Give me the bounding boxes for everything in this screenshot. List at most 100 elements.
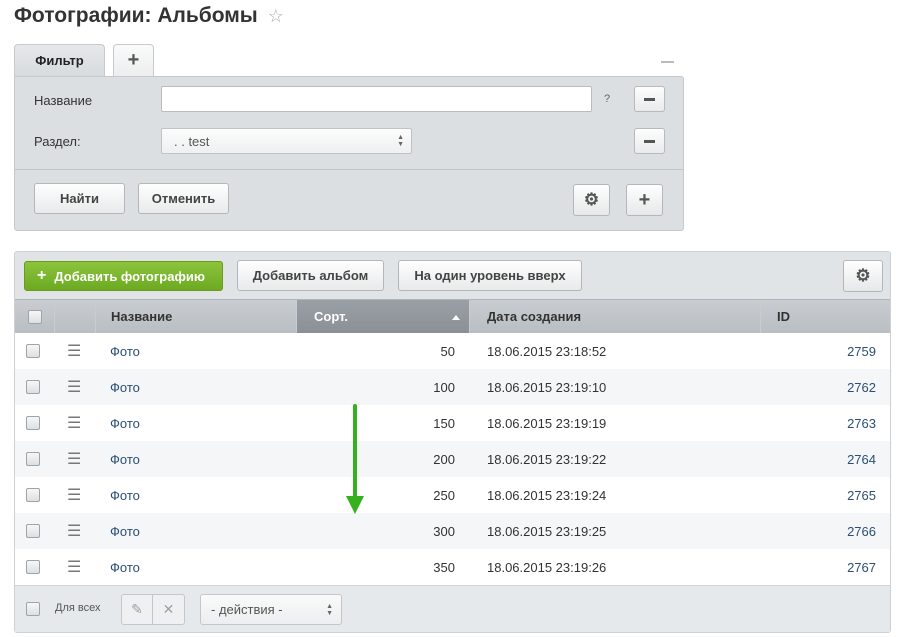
table-row[interactable]: ☰ Фото 250 18.06.2015 23:19:24 2765 bbox=[15, 477, 890, 513]
cancel-button-label: Отменить bbox=[151, 191, 216, 206]
section-filter-select[interactable]: . . test ▲ ▼ bbox=[161, 128, 412, 154]
drag-handle-icon[interactable]: ☰ bbox=[67, 441, 81, 477]
add-filter-tab-button[interactable]: + bbox=[113, 44, 154, 76]
select-all-cell bbox=[15, 300, 55, 333]
row-id-link[interactable]: 2763 bbox=[761, 405, 876, 441]
row-select-cell bbox=[26, 441, 40, 477]
for-all-checkbox[interactable] bbox=[26, 602, 40, 616]
select-arrows-icon: ▲ ▼ bbox=[397, 134, 404, 148]
add-album-label: Добавить альбом bbox=[252, 268, 369, 283]
table-row[interactable]: ☰ Фото 150 18.06.2015 23:19:19 2763 bbox=[15, 405, 890, 441]
row-id-link[interactable]: 2767 bbox=[761, 549, 876, 585]
add-photo-button[interactable]: + Добавить фотографию bbox=[24, 261, 223, 291]
table-row[interactable]: ☰ Фото 200 18.06.2015 23:19:22 2764 bbox=[15, 441, 890, 477]
row-id-link[interactable]: 2765 bbox=[761, 477, 876, 513]
row-sort-value: 100 bbox=[433, 379, 455, 395]
grid-settings-button[interactable]: ⚙ bbox=[843, 260, 883, 292]
select-all-checkbox[interactable] bbox=[27, 309, 42, 324]
group-action-buttons: ✎ ✕ bbox=[121, 594, 185, 625]
row-date-value: 18.06.2015 23:18:52 bbox=[487, 343, 607, 359]
actions-select[interactable]: - действия - ▲ ▼ bbox=[200, 594, 342, 625]
row-checkbox[interactable] bbox=[26, 452, 40, 466]
name-filter-input[interactable] bbox=[161, 86, 592, 112]
row-id-link[interactable]: 2759 bbox=[761, 333, 876, 369]
remove-name-filter-button[interactable] bbox=[634, 86, 665, 112]
star-icon[interactable]: ☆ bbox=[268, 6, 284, 27]
cancel-button[interactable]: Отменить bbox=[138, 183, 229, 214]
table-row[interactable]: ☰ Фото 100 18.06.2015 23:19:10 2762 bbox=[15, 369, 890, 405]
column-header-name[interactable]: Название bbox=[96, 300, 297, 333]
column-header-date[interactable]: Дата создания bbox=[470, 300, 761, 333]
row-name-link[interactable]: Фото bbox=[110, 405, 140, 441]
column-header-sort-label: Сорт. bbox=[314, 309, 348, 324]
add-album-button[interactable]: Добавить альбом bbox=[237, 260, 384, 291]
row-name-link[interactable]: Фото bbox=[110, 549, 140, 585]
row-checkbox[interactable] bbox=[26, 344, 40, 358]
gear-icon: ⚙ bbox=[855, 266, 871, 285]
table-row[interactable]: ☰ Фото 300 18.06.2015 23:19:25 2766 bbox=[15, 513, 890, 549]
pencil-icon[interactable]: ✎ bbox=[122, 595, 153, 624]
drag-handle-icon[interactable]: ☰ bbox=[67, 477, 81, 513]
remove-section-filter-button[interactable] bbox=[634, 128, 665, 154]
find-button-label: Найти bbox=[60, 191, 99, 206]
row-select-cell bbox=[26, 513, 40, 549]
row-sort-value: 300 bbox=[433, 523, 455, 539]
tab-filter[interactable]: Фильтр bbox=[14, 44, 105, 76]
drag-handle-icon[interactable]: ☰ bbox=[67, 369, 81, 405]
drag-handle-icon[interactable]: ☰ bbox=[67, 405, 81, 441]
filter-settings-button[interactable]: ⚙ bbox=[573, 184, 610, 216]
albums-grid: + Добавить фотографию Добавить альбом На… bbox=[14, 251, 891, 633]
row-date-value: 18.06.2015 23:19:10 bbox=[487, 379, 607, 395]
help-icon[interactable]: ? bbox=[604, 93, 610, 105]
drag-handle-icon[interactable]: ☰ bbox=[67, 333, 81, 369]
table-footer: Для всех ✎ ✕ - действия - ▲ ▼ bbox=[15, 585, 890, 632]
find-button[interactable]: Найти bbox=[34, 183, 125, 214]
sort-asc-icon bbox=[452, 315, 460, 320]
section-filter-value: . . test bbox=[174, 133, 210, 149]
plus-icon: + bbox=[37, 267, 47, 284]
table-row[interactable]: ☰ Фото 350 18.06.2015 23:19:26 2767 bbox=[15, 549, 890, 585]
row-select-cell bbox=[26, 333, 40, 369]
filter-divider bbox=[15, 169, 683, 170]
down-arrow-icon bbox=[346, 404, 364, 514]
row-name-link[interactable]: Фото bbox=[110, 441, 140, 477]
column-header-date-label: Дата создания bbox=[487, 309, 582, 324]
add-photo-label: Добавить фотографию bbox=[54, 268, 205, 284]
row-checkbox[interactable] bbox=[26, 524, 40, 538]
row-select-cell bbox=[26, 477, 40, 513]
row-name-link[interactable]: Фото bbox=[110, 333, 140, 369]
filter-panel: Название ? Раздел: . . test ▲ ▼ Найти Отм… bbox=[14, 76, 684, 231]
row-id-link[interactable]: 2766 bbox=[761, 513, 876, 549]
row-name-link[interactable]: Фото bbox=[110, 369, 140, 405]
row-select-cell bbox=[26, 369, 40, 405]
column-header-id[interactable]: ID bbox=[761, 300, 890, 333]
table-row[interactable]: ☰ Фото 50 18.06.2015 23:18:52 2759 bbox=[15, 333, 890, 369]
row-date-value: 18.06.2015 23:19:26 bbox=[487, 559, 607, 575]
column-header-id-label: ID bbox=[777, 309, 790, 324]
row-date-value: 18.06.2015 23:19:24 bbox=[487, 487, 607, 503]
drag-handle-icon[interactable]: ☰ bbox=[67, 549, 81, 585]
plus-icon: + bbox=[638, 188, 651, 211]
row-sort-value: 200 bbox=[433, 451, 455, 467]
column-header-sort[interactable]: Сорт. bbox=[297, 300, 470, 333]
row-sort-value: 150 bbox=[433, 415, 455, 431]
row-name-link[interactable]: Фото bbox=[110, 477, 140, 513]
tab-filter-label: Фильтр bbox=[35, 53, 84, 68]
filter-tabs: Фильтр + bbox=[14, 44, 154, 76]
row-id-link[interactable]: 2764 bbox=[761, 441, 876, 477]
filter-collapse-icon[interactable] bbox=[661, 61, 674, 63]
close-icon[interactable]: ✕ bbox=[153, 595, 184, 624]
row-sort-value: 250 bbox=[433, 487, 455, 503]
page-title: Фотографии: Альбомы ☆ bbox=[14, 4, 284, 28]
row-checkbox[interactable] bbox=[26, 560, 40, 574]
row-checkbox[interactable] bbox=[26, 416, 40, 430]
level-up-button[interactable]: На один уровень вверх bbox=[398, 260, 582, 291]
column-header-name-label: Название bbox=[111, 309, 173, 324]
table-body: ☰ Фото 50 18.06.2015 23:18:52 2759 ☰ Фот… bbox=[15, 333, 890, 585]
row-id-link[interactable]: 2762 bbox=[761, 369, 876, 405]
row-checkbox[interactable] bbox=[26, 380, 40, 394]
row-name-link[interactable]: Фото bbox=[110, 513, 140, 549]
row-checkbox[interactable] bbox=[26, 488, 40, 502]
drag-handle-icon[interactable]: ☰ bbox=[67, 513, 81, 549]
add-filter-field-button[interactable]: + bbox=[626, 184, 663, 216]
